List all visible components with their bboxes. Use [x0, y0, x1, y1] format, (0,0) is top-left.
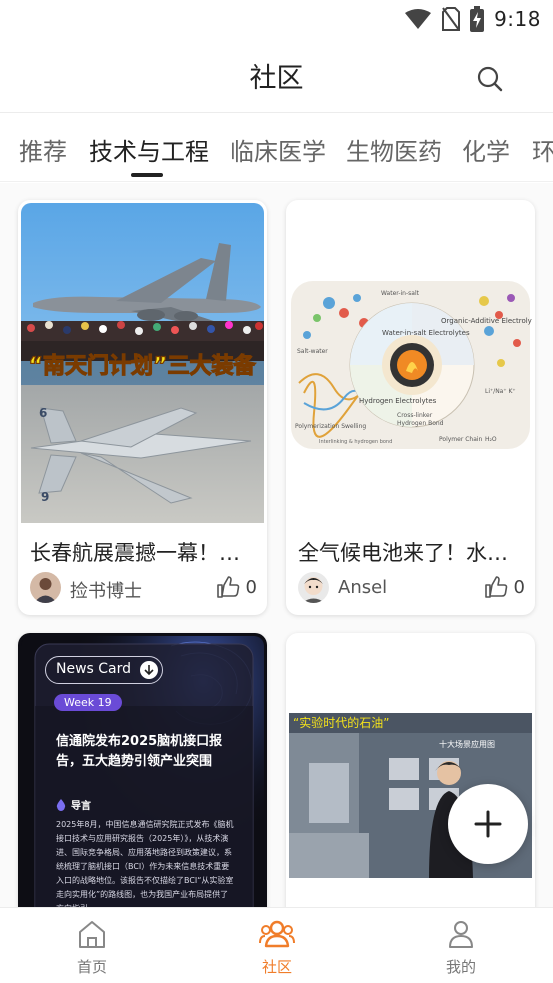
cover-ions-2: H₂O: [485, 436, 497, 443]
wifi-icon: [405, 9, 432, 29]
post-cover-image: Water-in-salt Electrolytes Organic-Addit…: [289, 203, 532, 523]
nav-profile[interactable]: 我的: [421, 918, 501, 977]
author-name[interactable]: Ansel: [338, 577, 387, 598]
tab-recommend[interactable]: 推荐: [19, 132, 67, 167]
post-cover-image: News Card Week 19 信通院发布2025脑机接口报告，五大趋势引领…: [21, 636, 264, 907]
post-feed[interactable]: “南天门计划”三大装备 6 9 长春航展震撼一幕！… 捡书博士 0 Water-…: [0, 183, 553, 907]
cover-legend-3: Polymer Chain: [439, 436, 483, 443]
news-body: 2025年8月，中国信息通信研究院正式发布《脑机接口技术与应用研究报告（2025…: [56, 820, 234, 907]
nav-community[interactable]: 社区: [237, 918, 317, 977]
like-count: 0: [513, 576, 525, 598]
post-card[interactable]: News Card Week 19 信通院发布2025脑机接口报告，五大趋势引领…: [18, 633, 267, 907]
tab-clinical-medicine[interactable]: 临床医学: [230, 132, 326, 167]
svg-text:9: 9: [41, 490, 49, 504]
plus-icon: [474, 810, 502, 838]
like-button[interactable]: 0: [484, 575, 525, 599]
post-title: 长春航展震撼一幕！…: [30, 541, 240, 565]
post-card[interactable]: “实验时代的石油” 十大场景应用图: [286, 633, 535, 907]
like-count: 0: [245, 576, 257, 598]
cover-legend-1: Cross-linker: [397, 412, 433, 419]
avatar[interactable]: [30, 572, 61, 603]
news-card-label: News Card: [56, 661, 132, 677]
community-icon: [259, 920, 295, 948]
post-title: 全气候电池来了！水…: [298, 541, 508, 565]
news-section-title: 导言: [71, 801, 91, 812]
news-card-pill: News Card: [45, 656, 163, 684]
post-card[interactable]: Water-in-salt Electrolytes Organic-Addit…: [286, 200, 535, 615]
drop-icon: [56, 799, 66, 811]
news-headline: 信通院发布2025脑机接口报告，五大趋势引领产业突围: [56, 734, 223, 769]
post-card[interactable]: “南天门计划”三大装备 6 9 长春航展震撼一幕！… 捡书博士 0: [18, 200, 267, 615]
svg-text:6: 6: [39, 406, 47, 420]
tab-chemistry[interactable]: 化学: [462, 132, 510, 167]
person-icon: [449, 921, 473, 948]
cover-label-org: Organic-Additive Electrolytes: [441, 317, 532, 325]
cover-ions-1: Li⁺/Na⁺ K⁺: [485, 388, 516, 395]
cover-label-salt: Salt-water: [297, 348, 328, 355]
tab-environment[interactable]: 环: [532, 132, 553, 167]
active-tab-indicator: [131, 173, 163, 177]
avatar[interactable]: [298, 572, 329, 603]
status-time: 9:18: [494, 7, 541, 31]
download-icon: [140, 661, 158, 679]
like-button[interactable]: 0: [216, 575, 257, 599]
nav-profile-label: 我的: [445, 958, 476, 976]
thumbs-up-icon: [216, 576, 239, 598]
photo-banner-text: “实验时代的石油”: [293, 715, 389, 730]
top-bar: 社区: [0, 38, 553, 113]
page-title: 社区: [249, 63, 304, 94]
status-bar: 9:18: [0, 0, 553, 38]
battery-charging-icon: [470, 6, 485, 32]
author-name[interactable]: 捡书博士: [70, 577, 142, 603]
nav-home[interactable]: 首页: [52, 918, 132, 977]
cover-bottom-label: Interlinking & hydrogen bond: [319, 439, 392, 445]
cover-label-hyd: Hydrogen Electrolytes: [359, 397, 437, 405]
status-icons: 9:18: [404, 6, 541, 32]
category-tabs: 推荐 技术与工程 临床医学 生物医药 化学 环: [0, 114, 553, 182]
cover-label-wis: Water-in-salt Electrolytes: [382, 329, 470, 337]
cover-legend-2: Hydrogen Bond: [397, 420, 444, 427]
create-post-button[interactable]: [448, 784, 528, 864]
home-icon: [79, 921, 105, 948]
bottom-navigation: 首页 社区 我的: [0, 907, 553, 983]
photo-caption: 十大场景应用图: [439, 739, 495, 749]
week-badge: Week 19: [54, 694, 122, 711]
post-cover-image: “南天门计划”三大装备 6 9: [21, 203, 264, 523]
thumbs-up-icon: [484, 576, 507, 598]
cover-label-poly: Polymerization Swelling: [295, 423, 366, 430]
nav-home-label: 首页: [76, 958, 107, 976]
cover-label-water: Water-in-salt: [381, 290, 420, 297]
tab-biomedicine[interactable]: 生物医药: [346, 132, 442, 167]
search-icon[interactable]: [475, 64, 505, 94]
nav-community-label: 社区: [261, 958, 292, 976]
cover-banner-text: “南天门计划”三大装备: [29, 353, 257, 379]
no-sim-icon: [442, 7, 461, 31]
tab-tech-engineering[interactable]: 技术与工程: [89, 132, 209, 167]
